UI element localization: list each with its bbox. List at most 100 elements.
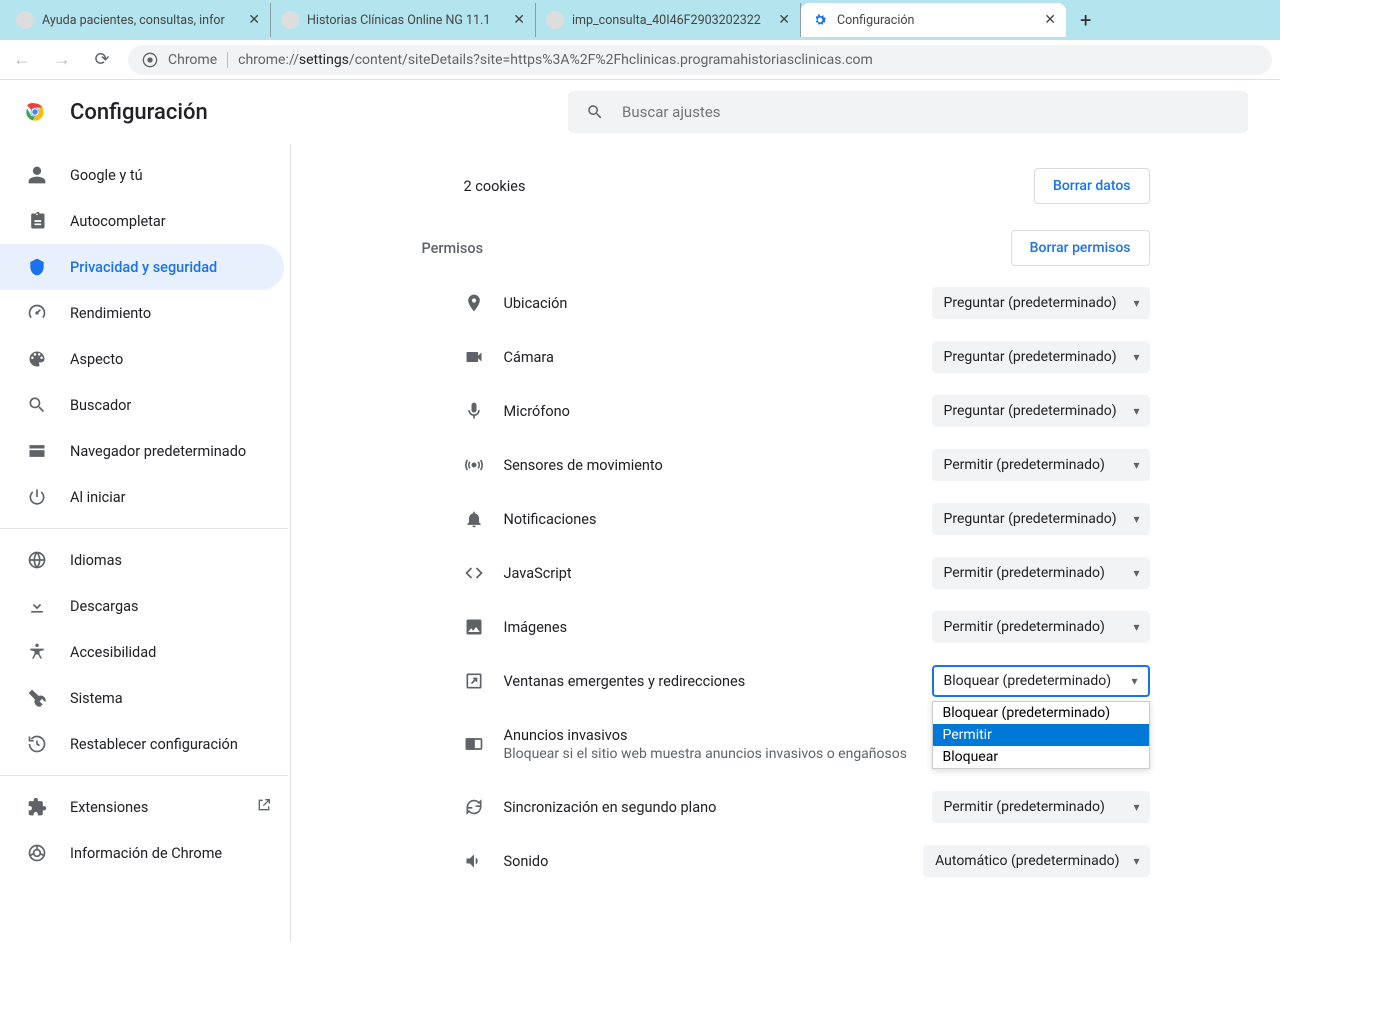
- tab-2[interactable]: Historias Clínicas Online NG 11.1 ✕: [271, 3, 536, 37]
- url-text: chrome://settings/content/siteDetails?si…: [238, 52, 873, 68]
- accessibility-icon: [26, 641, 48, 663]
- browser-tab-bar: Ayuda pacientes, consultas, infor ✕ Hist…: [0, 0, 1280, 40]
- power-icon: [26, 486, 48, 508]
- sidebar-item-google[interactable]: Google y tú: [0, 152, 288, 198]
- perm-row-sound: Sonido Automático (predeterminado): [416, 834, 1156, 888]
- extension-icon: [26, 796, 48, 818]
- popup-icon: [464, 671, 504, 691]
- perm-label: JavaScript: [504, 565, 932, 582]
- perm-select-bg-sync[interactable]: Permitir (predeterminado): [932, 791, 1150, 823]
- sidebar-item-reset[interactable]: Restablecer configuración: [0, 721, 288, 767]
- perm-row-bg-sync: Sincronización en segundo plano Permitir…: [416, 780, 1156, 834]
- perm-label: Sensores de movimiento: [504, 457, 932, 474]
- sidebar-item-languages[interactable]: Idiomas: [0, 537, 288, 583]
- tab-4-active[interactable]: Configuración ✕: [801, 3, 1066, 37]
- close-icon[interactable]: ✕: [248, 12, 260, 28]
- close-icon[interactable]: ✕: [778, 12, 790, 28]
- dropdown-option-allow[interactable]: Permitir: [933, 724, 1149, 746]
- sidebar-item-extensions[interactable]: Extensiones: [0, 784, 290, 830]
- clear-permissions-button[interactable]: Borrar permisos: [1011, 230, 1150, 266]
- palette-icon: [26, 348, 48, 370]
- sidebar-item-privacy[interactable]: Privacidad y seguridad: [0, 244, 284, 290]
- chrome-icon: [142, 52, 158, 68]
- tab-title: Ayuda pacientes, consultas, infor: [42, 13, 240, 28]
- dropdown-option-block-default[interactable]: Bloquear (predeterminado): [933, 702, 1149, 724]
- perm-select-sound[interactable]: Automático (predeterminado): [923, 845, 1149, 877]
- sidebar-label: Al iniciar: [70, 489, 126, 506]
- sidebar-label: Google y tú: [70, 167, 143, 184]
- perm-select-microphone[interactable]: Preguntar (predeterminado): [932, 395, 1150, 427]
- permissions-heading: Permisos: [422, 240, 484, 257]
- sidebar-label: Sistema: [70, 690, 123, 707]
- perm-select-popups[interactable]: Bloquear (predeterminado): [932, 665, 1150, 697]
- sidebar-label: Autocompletar: [70, 213, 166, 230]
- sidebar-label: Rendimiento: [70, 305, 151, 322]
- window-icon: [26, 440, 48, 462]
- search-input[interactable]: [622, 103, 1230, 121]
- sidebar-item-system[interactable]: Sistema: [0, 675, 288, 721]
- motion-sensor-icon: [464, 455, 504, 475]
- browser-toolbar: ← → ⟳ Chrome chrome://settings/content/s…: [0, 40, 1280, 80]
- ads-icon: [464, 734, 504, 754]
- sidebar-label: Extensiones: [70, 799, 148, 816]
- new-tab-button[interactable]: +: [1066, 8, 1105, 32]
- tab-1[interactable]: Ayuda pacientes, consultas, infor ✕: [6, 3, 271, 37]
- sidebar-item-on-startup[interactable]: Al iniciar: [0, 474, 288, 520]
- perm-label: Cámara: [504, 349, 932, 366]
- search-icon: [26, 394, 48, 416]
- sidebar-item-about[interactable]: Información de Chrome: [0, 830, 290, 876]
- chrome-icon: [26, 842, 48, 864]
- clear-data-button[interactable]: Borrar datos: [1034, 168, 1150, 204]
- perm-row-javascript: JavaScript Permitir (predeterminado): [416, 546, 1156, 600]
- sidebar-label: Privacidad y seguridad: [70, 259, 217, 276]
- close-icon[interactable]: ✕: [1044, 12, 1056, 28]
- perm-label: Sincronización en segundo plano: [504, 799, 932, 816]
- sound-icon: [464, 851, 504, 871]
- dropdown-option-block[interactable]: Bloquear: [933, 746, 1149, 768]
- perm-select-motion[interactable]: Permitir (predeterminado): [932, 449, 1150, 481]
- popups-dropdown: Bloquear (predeterminado) Permitir Bloqu…: [932, 701, 1150, 769]
- perm-row-motion: Sensores de movimiento Permitir (predete…: [416, 438, 1156, 492]
- sidebar-label: Información de Chrome: [70, 845, 222, 862]
- close-icon[interactable]: ✕: [513, 12, 525, 28]
- sidebar-item-default-browser[interactable]: Navegador predeterminado: [0, 428, 288, 474]
- sidebar-item-appearance[interactable]: Aspecto: [0, 336, 288, 382]
- tab-3[interactable]: imp_consulta_40I46F2903202322 ✕: [536, 3, 801, 37]
- sidebar-item-downloads[interactable]: Descargas: [0, 583, 288, 629]
- perm-select-location[interactable]: Preguntar (predeterminado): [932, 287, 1150, 319]
- back-button[interactable]: ←: [8, 49, 36, 70]
- restore-icon: [26, 733, 48, 755]
- sidebar-item-autofill[interactable]: Autocompletar: [0, 198, 288, 244]
- clipboard-icon: [26, 210, 48, 232]
- reload-button[interactable]: ⟳: [88, 49, 116, 70]
- settings-search[interactable]: [568, 91, 1248, 133]
- sidebar-label: Restablecer configuración: [70, 736, 238, 753]
- globe-icon: [26, 549, 48, 571]
- perm-select-camera[interactable]: Preguntar (predeterminado): [932, 341, 1150, 373]
- sidebar-label: Buscador: [70, 397, 131, 414]
- image-icon: [464, 617, 504, 637]
- perm-label: Sonido: [504, 853, 924, 870]
- perm-select-javascript[interactable]: Permitir (predeterminado): [932, 557, 1150, 589]
- cookies-count[interactable]: 2 cookies: [464, 178, 526, 195]
- page-title: Configuración: [70, 100, 208, 125]
- microphone-icon: [464, 401, 504, 421]
- gear-icon: [811, 11, 829, 29]
- location-icon: [464, 293, 504, 313]
- shield-icon: [26, 256, 48, 278]
- bell-icon: [464, 509, 504, 529]
- sidebar-item-search-engine[interactable]: Buscador: [0, 382, 288, 428]
- camera-icon: [464, 347, 504, 367]
- forward-button[interactable]: →: [48, 49, 76, 70]
- perm-select-images[interactable]: Permitir (predeterminado): [932, 611, 1150, 643]
- sidebar-item-accessibility[interactable]: Accesibilidad: [0, 629, 288, 675]
- address-bar[interactable]: Chrome chrome://settings/content/siteDet…: [128, 45, 1272, 75]
- sidebar-label: Descargas: [70, 598, 138, 615]
- perm-label: Micrófono: [504, 403, 932, 420]
- favicon-icon: [16, 11, 34, 29]
- chrome-logo-icon: [22, 99, 48, 125]
- sidebar-item-performance[interactable]: Rendimiento: [0, 290, 288, 336]
- perm-select-notifications[interactable]: Preguntar (predeterminado): [932, 503, 1150, 535]
- settings-main: 2 cookies Borrar datos Permisos Borrar p…: [290, 144, 1280, 942]
- page-header: Configuración: [0, 80, 1280, 144]
